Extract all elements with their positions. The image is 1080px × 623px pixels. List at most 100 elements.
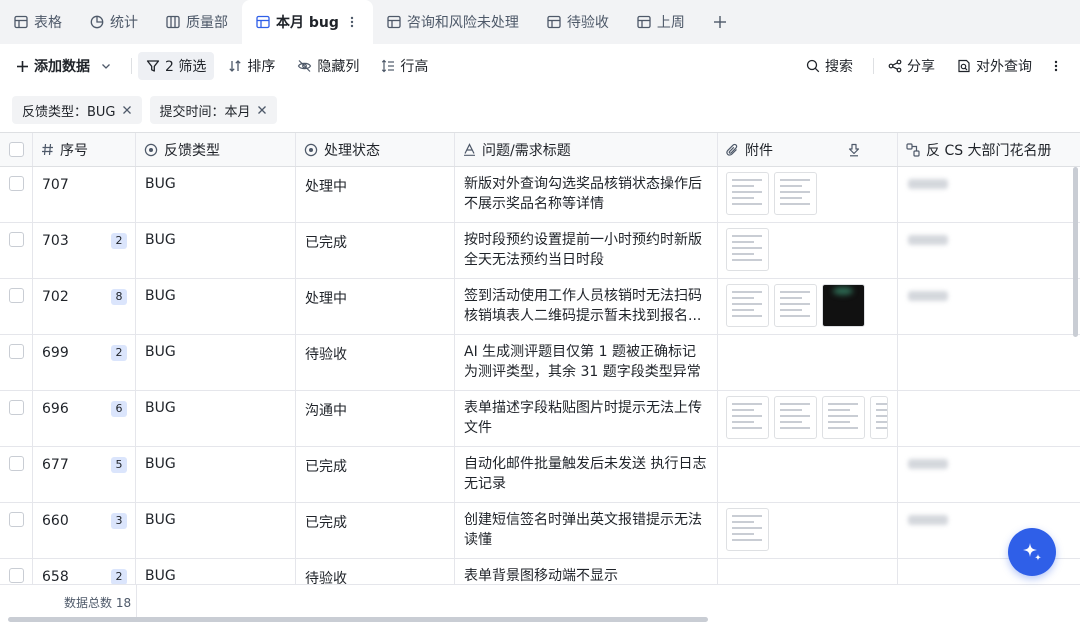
row-checkbox[interactable]: [9, 568, 24, 583]
row-select-cell[interactable]: [0, 335, 33, 390]
comment-count-badge[interactable]: 3: [111, 513, 127, 529]
download-icon[interactable]: [847, 143, 861, 157]
title-cell[interactable]: 签到活动使用工作人员核销时无法扫码核销填表人二维码提示暂未找到报名...: [455, 279, 718, 334]
status-cell[interactable]: 待验收: [296, 335, 455, 390]
attachment-thumbnail[interactable]: [822, 284, 865, 327]
cs-roster-cell[interactable]: [898, 167, 1080, 222]
status-cell[interactable]: 已完成: [296, 223, 455, 278]
table-row[interactable]: 703 2 BUG 已完成 按时段预约设置提前一小时预约时新版全天无法预约当日时段: [0, 223, 1080, 279]
comment-count-badge[interactable]: 2: [111, 233, 127, 249]
id-cell[interactable]: 696 6: [33, 391, 136, 446]
row-select-cell[interactable]: [0, 167, 33, 222]
feedback-type-cell[interactable]: BUG: [136, 335, 296, 390]
row-height-button[interactable]: 行高: [373, 52, 436, 80]
select-all-checkbox[interactable]: [9, 142, 24, 157]
title-cell[interactable]: 自动化邮件批量触发后未发送 执行日志无记录: [455, 447, 718, 502]
id-cell[interactable]: 660 3: [33, 503, 136, 558]
attachment-cell[interactable]: [718, 335, 898, 390]
row-select-cell[interactable]: [0, 279, 33, 334]
filter-chip-feedback-type[interactable]: 反馈类型：BUG: [12, 96, 142, 124]
column-header-status[interactable]: 处理状态: [296, 133, 455, 166]
row-select-cell[interactable]: [0, 223, 33, 278]
external-query-button[interactable]: 对外查询: [949, 52, 1040, 80]
title-cell[interactable]: 创建短信签名时弹出英文报错提示无法读懂: [455, 503, 718, 558]
column-header-attachment[interactable]: 附件: [718, 133, 898, 166]
attachment-thumbnail[interactable]: [774, 396, 817, 439]
comment-count-badge[interactable]: 5: [111, 457, 127, 473]
ai-assistant-button[interactable]: [1008, 528, 1056, 576]
row-select-cell[interactable]: [0, 503, 33, 558]
filter-button[interactable]: 2 筛选: [138, 52, 215, 80]
tab-consult-risk[interactable]: 咨询和风险未处理: [373, 0, 533, 44]
comment-count-badge[interactable]: 2: [111, 569, 127, 585]
tab-quality[interactable]: 质量部: [152, 0, 242, 44]
table-row[interactable]: 707 BUG 处理中 新版对外查询勾选奖品核销状态操作后不展示奖品名称等详情: [0, 167, 1080, 223]
tab-table[interactable]: 表格: [0, 0, 76, 44]
status-cell[interactable]: 处理中: [296, 167, 455, 222]
cs-roster-cell[interactable]: [898, 223, 1080, 278]
filter-chip-submit-time[interactable]: 提交时间：本月: [149, 96, 277, 124]
column-header-cs-roster[interactable]: 反 CS 大部门花名册: [898, 133, 1080, 166]
column-header-title[interactable]: 问题/需求标题: [455, 133, 718, 166]
attachment-cell[interactable]: [718, 167, 898, 222]
attachment-thumbnail[interactable]: [822, 396, 865, 439]
title-cell[interactable]: 表单描述字段粘贴图片时提示无法上传文件: [455, 391, 718, 446]
feedback-type-cell[interactable]: BUG: [136, 223, 296, 278]
attachment-thumbnail[interactable]: [726, 284, 769, 327]
row-select-cell[interactable]: [0, 447, 33, 502]
attachment-thumbnail[interactable]: [726, 228, 769, 271]
id-cell[interactable]: 702 8: [33, 279, 136, 334]
attachment-thumbnail[interactable]: [726, 508, 769, 551]
status-cell[interactable]: 已完成: [296, 503, 455, 558]
attachment-thumbnail[interactable]: [774, 284, 817, 327]
attachment-thumbnail[interactable]: [726, 396, 769, 439]
tab-monthly-bug[interactable]: 本月 bug: [242, 0, 373, 44]
attachment-cell[interactable]: [718, 391, 898, 446]
vertical-scrollbar[interactable]: [1073, 167, 1078, 337]
feedback-type-cell[interactable]: BUG: [136, 391, 296, 446]
table-row[interactable]: 699 2 BUG 待验收 AI 生成测评题目仅第 1 题被正确标记为测评类型，其余 3…: [0, 335, 1080, 391]
feedback-type-cell[interactable]: BUG: [136, 279, 296, 334]
chevron-down-icon[interactable]: [101, 61, 111, 71]
row-checkbox[interactable]: [9, 232, 24, 247]
hide-columns-button[interactable]: 隐藏列: [289, 52, 367, 80]
attachment-thumbnail[interactable]: [726, 172, 769, 215]
horizontal-scrollbar[interactable]: [8, 617, 708, 622]
add-data-button[interactable]: 添加数据: [8, 52, 119, 80]
attachment-cell[interactable]: [718, 447, 898, 502]
more-vertical-icon[interactable]: [345, 15, 359, 29]
sort-button[interactable]: 排序: [220, 52, 283, 80]
id-cell[interactable]: 677 5: [33, 447, 136, 502]
close-icon[interactable]: [122, 105, 132, 115]
id-cell[interactable]: 707: [33, 167, 136, 222]
feedback-type-cell[interactable]: BUG: [136, 503, 296, 558]
id-cell[interactable]: 703 2: [33, 223, 136, 278]
row-select-cell[interactable]: [0, 391, 33, 446]
row-checkbox[interactable]: [9, 288, 24, 303]
row-checkbox[interactable]: [9, 400, 24, 415]
row-checkbox[interactable]: [9, 456, 24, 471]
table-row[interactable]: 677 5 BUG 已完成 自动化邮件批量触发后未发送 执行日志无记录: [0, 447, 1080, 503]
row-checkbox[interactable]: [9, 512, 24, 527]
attachment-cell[interactable]: [718, 223, 898, 278]
status-cell[interactable]: 处理中: [296, 279, 455, 334]
feedback-type-cell[interactable]: BUG: [136, 447, 296, 502]
status-cell[interactable]: 已完成: [296, 447, 455, 502]
feedback-type-cell[interactable]: BUG: [136, 167, 296, 222]
cs-roster-cell[interactable]: [898, 391, 1080, 446]
title-cell[interactable]: AI 生成测评题目仅第 1 题被正确标记为测评类型，其余 31 题字段类型异常: [455, 335, 718, 390]
close-icon[interactable]: [257, 105, 267, 115]
column-header-id[interactable]: 序号: [33, 133, 136, 166]
row-checkbox[interactable]: [9, 344, 24, 359]
table-row[interactable]: 660 3 BUG 已完成 创建短信签名时弹出英文报错提示无法读懂: [0, 503, 1080, 559]
row-checkbox[interactable]: [9, 176, 24, 191]
table-row[interactable]: 696 6 BUG 沟通中 表单描述字段粘贴图片时提示无法上传文件: [0, 391, 1080, 447]
tab-last-week[interactable]: 上周: [623, 0, 699, 44]
comment-count-badge[interactable]: 6: [111, 401, 127, 417]
comment-count-badge[interactable]: 2: [111, 345, 127, 361]
status-cell[interactable]: 沟通中: [296, 391, 455, 446]
add-view-button[interactable]: [699, 0, 741, 44]
tab-pending-acceptance[interactable]: 待验收: [533, 0, 623, 44]
cs-roster-cell[interactable]: [898, 447, 1080, 502]
title-cell[interactable]: 按时段预约设置提前一小时预约时新版全天无法预约当日时段: [455, 223, 718, 278]
